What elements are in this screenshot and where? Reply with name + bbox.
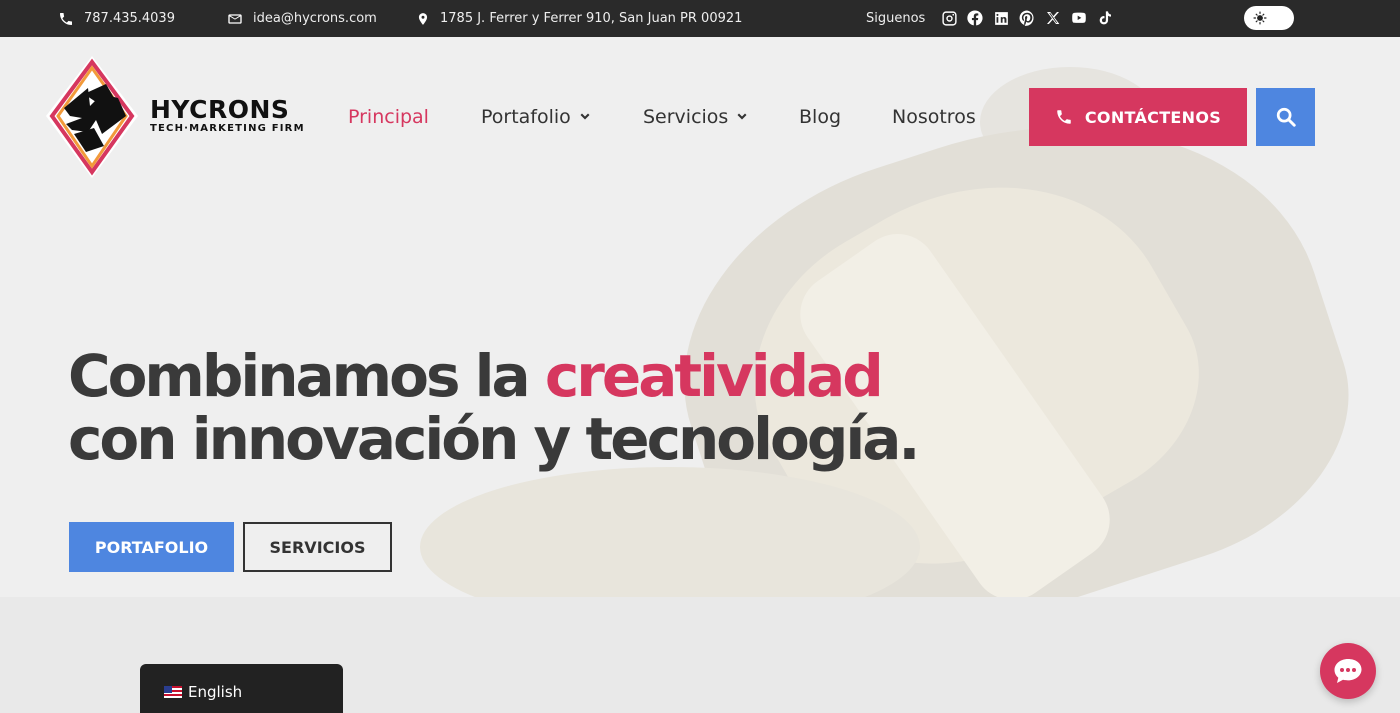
chat-bubble-icon (1334, 659, 1362, 683)
nav-label: Servicios (643, 106, 729, 128)
social-links (940, 8, 1114, 28)
tiktok-icon[interactable] (1096, 8, 1114, 28)
nav-item-blog[interactable]: Blog (799, 103, 841, 131)
topbar-phone[interactable]: 787.435.4039 (58, 0, 175, 37)
topbar-email[interactable]: idea@hycrons.com (227, 0, 377, 37)
envelope-icon (228, 13, 242, 24)
contact-button[interactable]: CONTÁCTENOS (1029, 88, 1247, 146)
email-text: idea@hycrons.com (253, 11, 377, 26)
language-label: English (188, 683, 243, 701)
nav-item-principal[interactable]: Principal (348, 103, 429, 131)
phone-icon (1057, 110, 1071, 124)
headline-highlight: creatividad (544, 342, 884, 410)
sun-icon (1253, 11, 1267, 25)
nav-label: Principal (348, 106, 429, 128)
us-flag-icon (164, 686, 182, 698)
logo-tagline: TECH·MARKETING FIRM (150, 122, 305, 134)
pinterest-icon[interactable] (1018, 8, 1036, 28)
youtube-icon[interactable] (1070, 8, 1088, 28)
top-bar: 787.435.4039 idea@hycrons.com 1785 J. Fe… (0, 0, 1400, 37)
contact-button-label: CONTÁCTENOS (1084, 107, 1222, 127)
logo-name: HYCRONS (150, 94, 290, 124)
headline-line1-prefix: Combinamos la (68, 342, 545, 410)
language-switcher[interactable]: English (140, 664, 343, 713)
address-text: 1785 J. Ferrer y Ferrer 910, San Juan PR… (440, 11, 743, 26)
chevron-down-icon (737, 113, 747, 120)
nav-label: Nosotros (892, 106, 976, 128)
nav-label: Blog (799, 106, 841, 128)
search-icon (1276, 107, 1296, 127)
linkedin-icon[interactable] (992, 8, 1010, 28)
topbar-address: 1785 J. Ferrer y Ferrer 910, San Juan PR… (416, 0, 742, 37)
search-button[interactable] (1256, 88, 1315, 146)
facebook-icon[interactable] (966, 8, 984, 28)
chevron-down-icon (580, 113, 590, 120)
x-icon[interactable] (1044, 8, 1062, 28)
hycrons-logo-mark (46, 56, 138, 178)
chat-button[interactable] (1320, 643, 1376, 699)
follow-label: Siguenos (866, 11, 926, 26)
phone-icon (60, 12, 72, 25)
portafolio-button[interactable]: PORTAFOLIO (69, 522, 234, 572)
servicios-button[interactable]: SERVICIOS (243, 522, 392, 572)
nav-label: Portafolio (481, 106, 571, 128)
headline-line2: con innovación y tecnología. (68, 405, 920, 473)
nav-item-nosotros[interactable]: Nosotros (892, 103, 976, 131)
phone-text: 787.435.4039 (84, 11, 175, 26)
theme-toggle[interactable] (1244, 6, 1294, 30)
nav-item-portafolio[interactable]: Portafolio (481, 103, 591, 131)
nav-item-servicios[interactable]: Servicios (643, 103, 748, 131)
location-pin-icon (418, 12, 428, 25)
logo[interactable]: HYCRONS TECH·MARKETING FIRM (44, 54, 305, 180)
hero-headline: Combinamos la creatividad con innovación… (68, 342, 920, 473)
instagram-icon[interactable] (940, 8, 958, 28)
